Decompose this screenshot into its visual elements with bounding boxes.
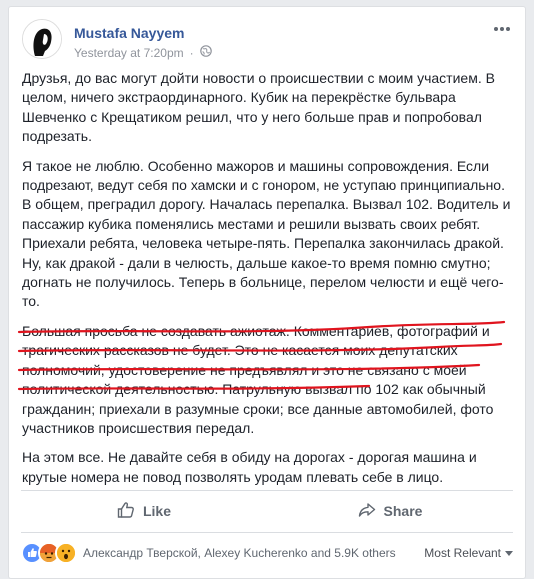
- post-paragraph: Большая просьба не создавать ажиотаж. Ко…: [22, 322, 494, 436]
- post-actions: Like Share: [21, 491, 513, 531]
- meta-separator: ·: [189, 45, 194, 60]
- chevron-down-icon: [505, 550, 513, 556]
- wow-reaction-icon: [55, 542, 77, 564]
- share-label: Share: [383, 503, 423, 519]
- reactions-summary[interactable]: Александр Тверской, Alexey Kucherenko an…: [83, 546, 396, 560]
- author-name[interactable]: Mustafa Nayyem: [74, 25, 185, 41]
- sort-label: Most Relevant: [424, 546, 501, 560]
- share-arrow-icon: [358, 501, 376, 522]
- reactions-divider: [21, 532, 513, 533]
- post-paragraph: Друзья, до вас могут дойти новости о про…: [22, 70, 495, 145]
- share-button[interactable]: Share: [267, 491, 513, 531]
- more-options-icon[interactable]: [491, 19, 513, 41]
- reactions-bar: Александр Тверской, Alexey Kucherenko an…: [21, 535, 513, 571]
- post-card: Mustafa Nayyem Yesterday at 7:20pm · Дру…: [8, 6, 526, 579]
- post-header: Mustafa Nayyem Yesterday at 7:20pm ·: [22, 19, 513, 63]
- post-timestamp[interactable]: Yesterday at 7:20pm: [74, 46, 184, 60]
- post-meta: Yesterday at 7:20pm ·: [74, 45, 212, 60]
- like-label: Like: [142, 503, 171, 519]
- post-paragraph: Я такое не люблю. Особенно мажоров и маш…: [22, 157, 511, 310]
- post-body: Друзья, до вас могут дойти новости о про…: [22, 69, 514, 497]
- comment-sort-dropdown[interactable]: Most Relevant: [424, 546, 513, 560]
- globe-icon[interactable]: [199, 45, 212, 60]
- reaction-icons[interactable]: [21, 542, 77, 564]
- thumbs-up-icon: [117, 501, 135, 522]
- post-paragraph: На этом все. Не давайте себя в обиду на …: [22, 449, 477, 485]
- like-button[interactable]: Like: [21, 491, 267, 531]
- author-avatar[interactable]: [22, 19, 62, 59]
